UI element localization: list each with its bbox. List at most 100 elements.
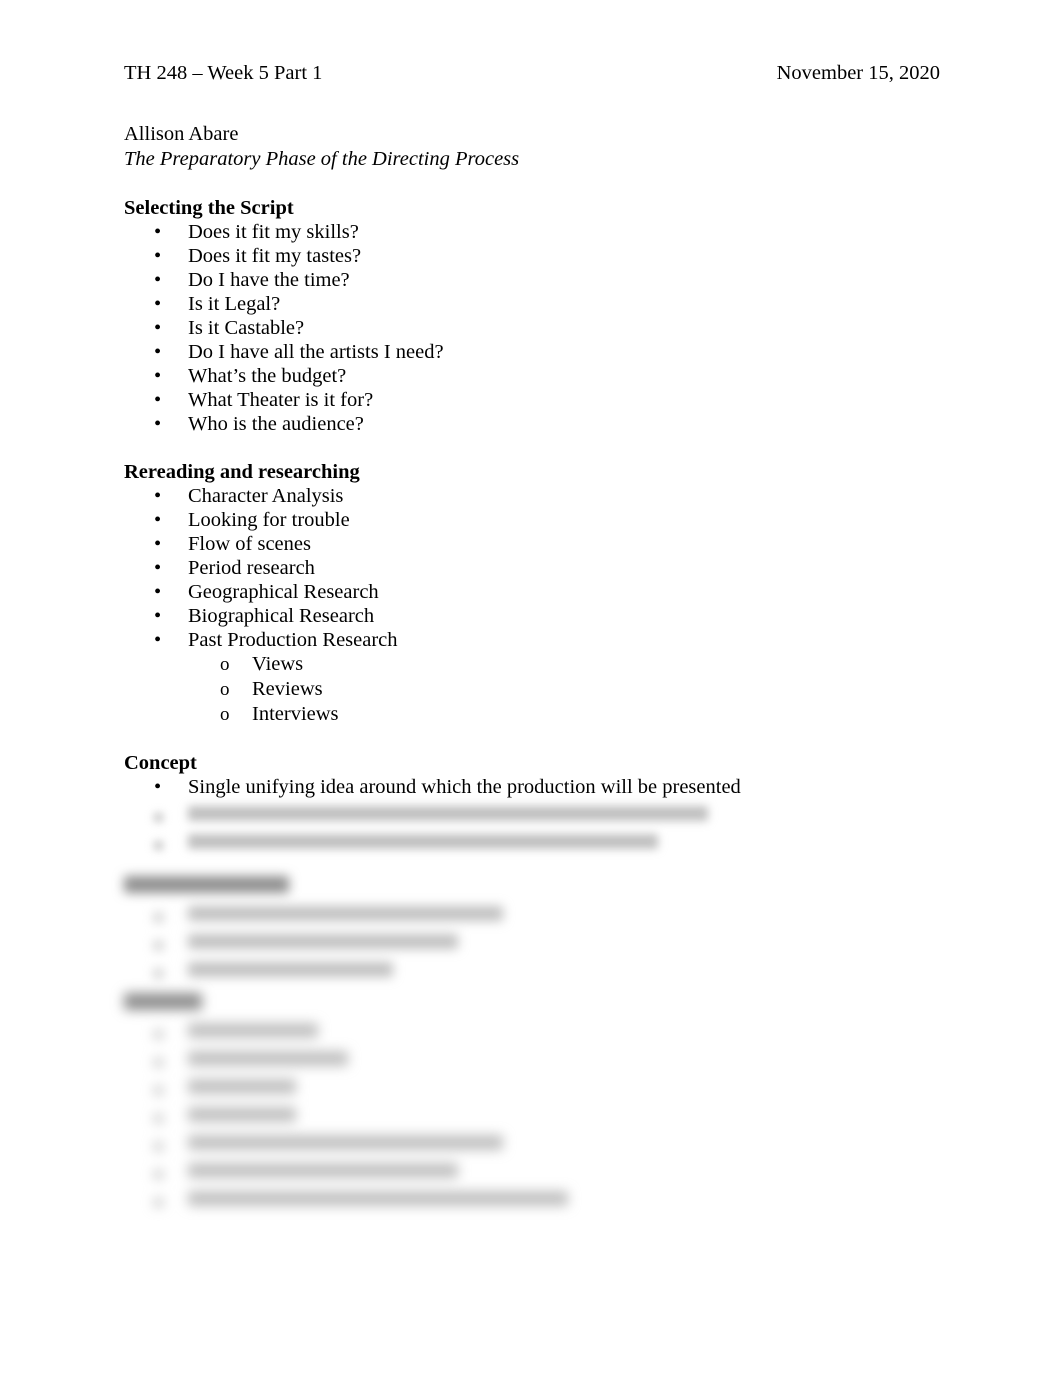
list-item-label: Is it Castable?	[188, 317, 305, 339]
bullet-icon: •	[154, 605, 162, 627]
list-item: • Period research	[124, 556, 954, 580]
header-course-week: TH 248 – Week 5 Part 1	[124, 62, 323, 84]
section-heading-rereading-and-researching: Rereading and researching	[124, 461, 360, 483]
obscured-line	[124, 834, 954, 858]
obscured-section-heading	[124, 993, 954, 1019]
list-item-label: Do I have all the artists I need?	[188, 341, 444, 363]
bullet-icon	[154, 969, 163, 978]
list-item-label: Interviews	[252, 703, 339, 725]
obscured-text	[124, 876, 289, 893]
bullet-icon	[154, 913, 163, 922]
list-item: • Past Production Research	[124, 628, 954, 652]
obscured-text	[188, 1051, 348, 1066]
obscured-line	[124, 1023, 954, 1047]
obscured-text	[188, 906, 503, 921]
list-item-label: Is it Legal?	[188, 293, 281, 315]
list-item: • Biographical Research	[124, 604, 954, 628]
obscured-concept-continuation	[124, 802, 954, 858]
obscured-text	[188, 1191, 568, 1206]
bullet-icon: •	[154, 269, 162, 291]
list-item-label: Character Analysis	[188, 485, 344, 507]
obscured-line	[124, 1107, 954, 1131]
bullet-icon	[154, 1058, 163, 1067]
list-concept: • Single unifying idea around which the …	[124, 775, 954, 799]
document-header: TH 248 – Week 5 Part 1 November 15, 2020	[124, 60, 940, 86]
bullet-icon: •	[154, 341, 162, 363]
list-selecting-the-script: • Does it fit my skills? • Does it fit m…	[124, 220, 954, 436]
bullet-icon	[154, 1142, 163, 1151]
obscured-section-heading	[124, 876, 954, 902]
circle-bullet-icon: o	[220, 654, 230, 675]
list-item: • Single unifying idea around which the …	[124, 775, 954, 799]
list-item: • What Theater is it for?	[124, 388, 954, 412]
list-item-label: Reviews	[252, 678, 323, 700]
bullet-icon	[154, 841, 163, 850]
obscured-text	[188, 834, 658, 849]
obscured-line	[124, 962, 954, 986]
obscured-line	[124, 1135, 954, 1159]
bullet-icon: •	[154, 509, 162, 531]
obscured-line	[124, 934, 954, 958]
list-item-label: Does it fit my tastes?	[188, 245, 362, 267]
list-rereading-and-researching: • Character Analysis • Looking for troub…	[124, 484, 954, 652]
notes-content: Selecting the Script • Does it fit my sk…	[124, 196, 954, 799]
obscured-text	[188, 1023, 318, 1038]
bullet-icon: •	[154, 221, 162, 243]
bullet-icon: •	[154, 557, 162, 579]
document-subtitle: The Preparatory Phase of the Directing P…	[124, 148, 520, 170]
obscured-text	[188, 934, 458, 949]
list-item-label: Geographical Research	[188, 581, 379, 603]
obscured-text	[188, 1135, 503, 1150]
author-name: Allison Abare	[124, 123, 239, 145]
obscured-text	[188, 806, 708, 821]
bullet-icon: •	[154, 629, 162, 651]
list-item: • Character Analysis	[124, 484, 954, 508]
bullet-icon	[154, 1170, 163, 1179]
bullet-icon: •	[154, 365, 162, 387]
bullet-icon: •	[154, 389, 162, 411]
bullet-icon	[154, 1198, 163, 1207]
list-item: • What’s the budget?	[124, 364, 954, 388]
obscured-text	[188, 1107, 296, 1122]
list-item-label: Views	[252, 653, 304, 675]
header-date: November 15, 2020	[776, 62, 940, 84]
list-item-label: Looking for trouble	[188, 509, 350, 531]
bullet-icon: •	[154, 533, 162, 555]
bullet-icon	[154, 1086, 163, 1095]
circle-bullet-icon: o	[220, 679, 230, 700]
bullet-icon: •	[154, 776, 162, 798]
obscured-line	[124, 1163, 954, 1187]
list-item-label: Do I have the time?	[188, 269, 350, 291]
list-item-label: Period research	[188, 557, 315, 579]
bullet-icon: •	[154, 317, 162, 339]
bullet-icon	[154, 1030, 163, 1039]
bullet-icon	[154, 813, 163, 822]
obscured-line	[124, 806, 954, 830]
list-item: • Is it Legal?	[124, 292, 954, 316]
list-item-label: Past Production Research	[188, 629, 398, 651]
list-item-label: Biographical Research	[188, 605, 375, 627]
list-item: • Does it fit my skills?	[124, 220, 954, 244]
list-item-label: Flow of scenes	[188, 533, 311, 555]
section-heading-selecting-the-script: Selecting the Script	[124, 197, 294, 219]
list-item-label: Single unifying idea around which the pr…	[188, 776, 741, 798]
list-item: • Flow of scenes	[124, 532, 954, 556]
list-item: • Who is the audience?	[124, 412, 954, 436]
obscured-text	[188, 1079, 296, 1094]
list-item-label: Does it fit my skills?	[188, 221, 359, 243]
byline: Allison Abare The Preparatory Phase of t…	[124, 122, 519, 172]
list-item: • Does it fit my tastes?	[124, 244, 954, 268]
list-item-label: What’s the budget?	[188, 365, 347, 387]
list-item-label: What Theater is it for?	[188, 389, 374, 411]
obscured-line	[124, 1079, 954, 1103]
obscured-text	[124, 993, 202, 1010]
bullet-icon: •	[154, 485, 162, 507]
list-item: • Do I have all the artists I need?	[124, 340, 954, 364]
list-item-label: Who is the audience?	[188, 413, 364, 435]
bullet-icon: •	[154, 293, 162, 315]
bullet-icon	[154, 941, 163, 950]
obscured-text	[188, 1163, 458, 1178]
list-item: • Is it Castable?	[124, 316, 954, 340]
